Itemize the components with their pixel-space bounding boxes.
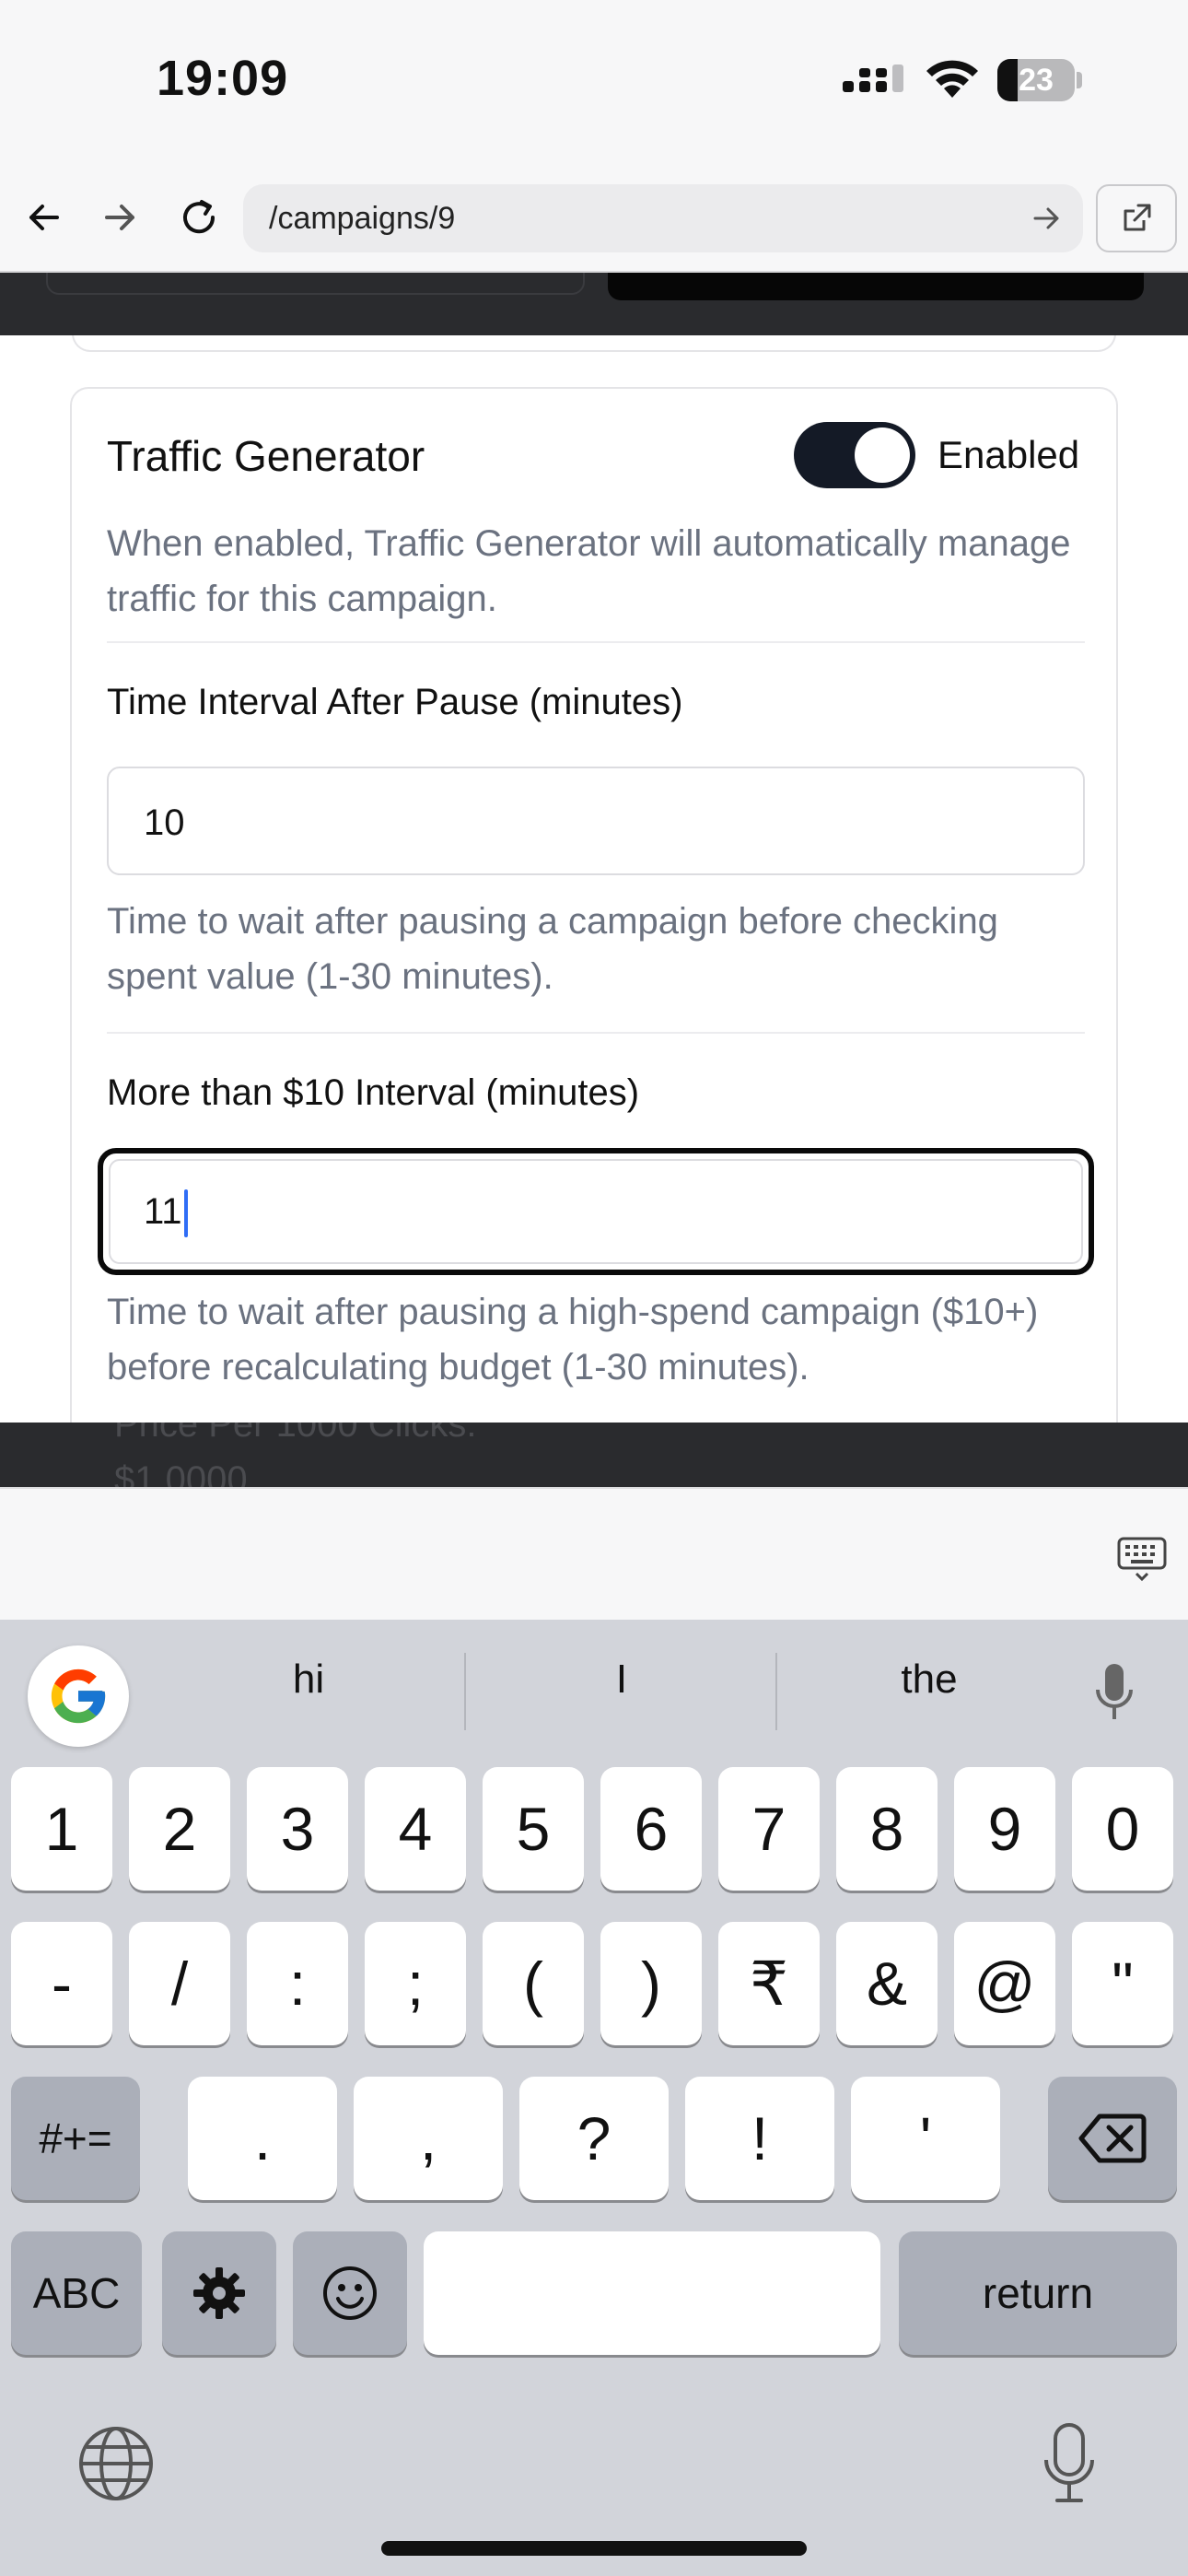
key-backspace[interactable] [1048, 2077, 1177, 2200]
time-interval-label: Time Interval After Pause (minutes) [107, 682, 683, 722]
background-text-price-value: $1.0000 [114, 1459, 248, 1487]
battery-level: 23 [1019, 63, 1054, 98]
high-spend-interval-help: Time to wait after pausing a high-spend … [107, 1292, 1039, 1388]
key-at[interactable]: @ [954, 1922, 1055, 2045]
key-quote[interactable]: " [1072, 1922, 1173, 2045]
url-text: /campaigns/9 [269, 201, 456, 236]
background-button [608, 273, 1144, 300]
time-interval-help: Time to wait after pausing a campaign be… [107, 901, 998, 997]
suggestion-divider [464, 1653, 466, 1730]
key-8[interactable]: 8 [836, 1767, 938, 1891]
key-open-paren[interactable]: ( [483, 1922, 584, 2045]
key-rupee[interactable]: ₹ [718, 1922, 820, 2045]
dictation-mic-icon[interactable] [1041, 2421, 1098, 2506]
status-time: 19:09 [157, 51, 289, 106]
card-title: Traffic Generator [107, 432, 425, 480]
suggestion-1[interactable]: hi [157, 1657, 460, 1703]
status-bar: 19:09 23 [0, 0, 1188, 166]
key-4[interactable]: 4 [365, 1767, 466, 1891]
key-apostrophe[interactable]: ' [851, 2077, 1000, 2200]
key-0[interactable]: 0 [1072, 1767, 1173, 1891]
arrow-left-icon [29, 205, 59, 230]
home-indicator [381, 2541, 807, 2556]
high-spend-interval-input[interactable]: 11 [98, 1148, 1094, 1275]
background-card [46, 273, 585, 295]
key-colon[interactable]: : [247, 1922, 348, 2045]
web-content: Price Per 1000 Clicks: $1.0000 Traffic G… [0, 273, 1188, 1487]
modal-dialog: Traffic Generator Enabled When enabled, … [0, 335, 1188, 1423]
traffic-generator-card: Traffic Generator Enabled When enabled, … [70, 387, 1118, 1423]
divider [107, 1032, 1085, 1034]
high-spend-interval-label: More than $10 Interval (minutes) [107, 1072, 640, 1113]
browser-toolbar: /campaigns/9 [0, 166, 1188, 273]
key-abc-label: ABC [32, 2269, 121, 2317]
voice-input-icon[interactable] [1092, 1662, 1136, 1723]
keyboard-hide-icon[interactable] [1116, 1533, 1168, 1585]
key-hyphen[interactable]: - [11, 1922, 112, 2045]
key-2[interactable]: 2 [129, 1767, 230, 1891]
key-return[interactable]: return [899, 2231, 1177, 2355]
reload-button[interactable] [169, 188, 228, 247]
open-external-button[interactable] [1096, 184, 1177, 252]
keyboard: hi I the 1 2 3 4 5 6 7 8 9 0 - / : ; ( )… [0, 1620, 1188, 2576]
arrow-right-icon [105, 205, 134, 230]
time-interval-input[interactable]: 10 [107, 767, 1085, 875]
key-space[interactable] [424, 2231, 880, 2355]
key-ampersand[interactable]: & [836, 1922, 938, 2045]
key-6[interactable]: 6 [600, 1767, 702, 1891]
battery-icon: 23 [997, 59, 1082, 101]
time-interval-value: 10 [144, 802, 185, 843]
go-arrow-icon[interactable] [1028, 200, 1065, 237]
key-close-paren[interactable]: ) [600, 1922, 702, 2045]
back-button[interactable] [15, 188, 74, 247]
card-description: When enabled, Traffic Generator will aut… [107, 523, 1071, 619]
key-more-symbols-label: #+= [39, 2114, 112, 2162]
key-5[interactable]: 5 [483, 1767, 584, 1891]
toggle-knob [855, 427, 910, 483]
key-slash[interactable]: / [129, 1922, 230, 2045]
google-logo-icon[interactable] [28, 1645, 129, 1747]
backspace-icon [1078, 2113, 1147, 2163]
suggestion-bar: hi I the [0, 1620, 1188, 1767]
reload-icon [183, 200, 215, 234]
key-question[interactable]: ? [519, 2077, 669, 2200]
key-comma[interactable]: , [354, 2077, 503, 2200]
globe-icon[interactable] [77, 2425, 155, 2502]
key-9[interactable]: 9 [954, 1767, 1055, 1891]
toggle-label: Enabled [938, 433, 1080, 476]
cellular-signal-icon [843, 64, 903, 92]
key-emoji[interactable] [293, 2231, 407, 2355]
url-field[interactable]: /campaigns/9 [243, 184, 1083, 252]
key-7[interactable]: 7 [718, 1767, 820, 1891]
text-caret [183, 1189, 188, 1238]
gear-icon [193, 2267, 245, 2319]
emoji-icon [323, 2266, 377, 2320]
key-settings[interactable] [162, 2231, 276, 2355]
external-link-icon [1124, 204, 1151, 231]
suggestion-2[interactable]: I [470, 1657, 774, 1703]
key-semicolon[interactable]: ; [365, 1922, 466, 2045]
key-exclamation[interactable]: ! [685, 2077, 834, 2200]
key-return-label: return [982, 2269, 1094, 2317]
key-abc[interactable]: ABC [11, 2231, 142, 2355]
key-1[interactable]: 1 [11, 1767, 112, 1891]
keyboard-accessory-bar [0, 1487, 1188, 1620]
enabled-toggle[interactable] [794, 422, 915, 488]
forward-button[interactable] [90, 188, 149, 247]
wifi-icon [926, 60, 978, 98]
previous-section-edge [72, 335, 1116, 352]
divider [107, 641, 1085, 643]
suggestion-3[interactable]: the [777, 1657, 1081, 1703]
key-period[interactable]: . [188, 2077, 337, 2200]
key-more-symbols[interactable]: #+= [11, 2077, 140, 2200]
key-3[interactable]: 3 [247, 1767, 348, 1891]
high-spend-interval-value: 11 [144, 1191, 182, 1232]
